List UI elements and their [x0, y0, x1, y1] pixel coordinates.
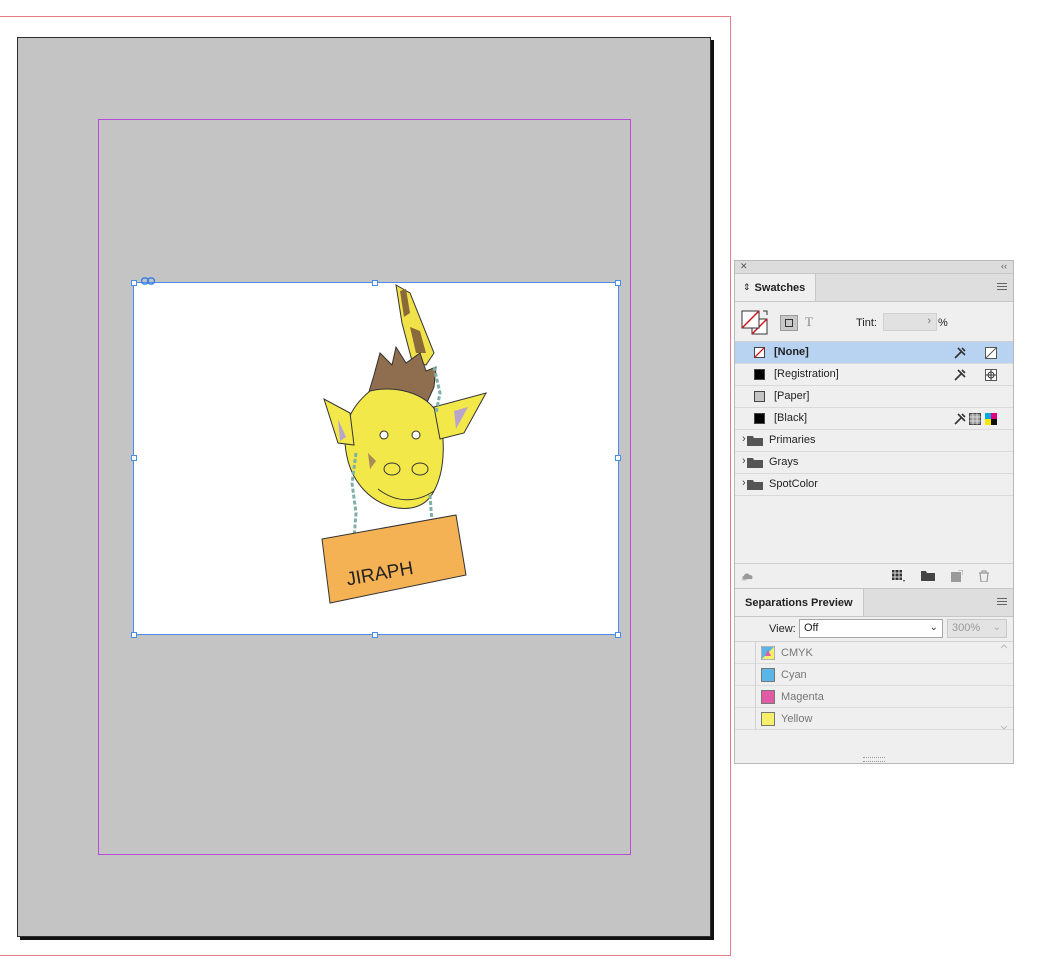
separations-preview-tab[interactable]: Separations Preview	[735, 589, 864, 616]
swatches-bottom-bar	[735, 563, 1013, 588]
registration-chip	[754, 369, 765, 380]
cc-libraries-icon[interactable]	[741, 570, 755, 582]
chevron-right-icon[interactable]: ›	[742, 477, 746, 489]
view-select[interactable]: Off ⌄	[799, 619, 943, 638]
separations-tab-row: Separations Preview	[735, 588, 1013, 617]
black-chip	[754, 413, 765, 424]
chevron-down-icon: ⌄	[992, 622, 1001, 633]
process-color-icon	[969, 413, 981, 425]
locked-edit-icon	[954, 347, 966, 359]
swatch-list: [None] [Registration] [Paper] [Black] › …	[735, 341, 1013, 562]
locked-edit-icon	[954, 413, 966, 425]
tint-input[interactable]: ›	[883, 313, 937, 331]
zoom-select[interactable]: 300% ⌄	[947, 619, 1007, 638]
cyan-chip	[761, 668, 775, 682]
apply-to-container-button[interactable]	[780, 315, 798, 331]
cmyk-plate-icon	[761, 646, 775, 660]
chevron-right-icon[interactable]: ›	[927, 315, 931, 327]
folder-icon	[747, 480, 763, 490]
resize-grip[interactable]	[863, 757, 885, 762]
swatch-paper[interactable]: [Paper]	[735, 386, 1013, 408]
swatch-group-primaries[interactable]: › Primaries	[735, 430, 1013, 452]
handle-top-center[interactable]	[372, 280, 378, 286]
folder-icon	[747, 436, 763, 446]
plate-magenta[interactable]: Magenta	[735, 686, 1013, 708]
swatch-group-spotcolor[interactable]: › SpotColor	[735, 474, 1013, 496]
new-swatch-icon[interactable]	[949, 570, 963, 582]
panel-menu-icon[interactable]	[997, 598, 1007, 606]
close-panel-icon[interactable]: ✕	[740, 261, 748, 272]
panel-menu-icon[interactable]	[997, 283, 1007, 291]
cmyk-mode-icon	[985, 413, 997, 425]
visibility-toggle[interactable]	[735, 664, 756, 686]
tint-label: Tint:	[856, 317, 877, 329]
none-color-type-icon	[985, 347, 997, 359]
tint-unit: %	[938, 317, 948, 329]
handle-bottom-left[interactable]	[131, 632, 137, 638]
giraffe-illustration: JIRAPH	[321, 284, 488, 604]
handle-top-right[interactable]	[615, 280, 621, 286]
view-row: View: Off ⌄ 300% ⌄	[735, 618, 1013, 642]
paper-chip	[754, 391, 765, 402]
handle-bottom-center[interactable]	[372, 632, 378, 638]
image-frame[interactable]: JIRAPH	[133, 282, 619, 635]
visibility-toggle[interactable]	[735, 642, 756, 664]
handle-middle-left[interactable]	[131, 455, 137, 461]
handle-top-left[interactable]	[131, 280, 137, 286]
trash-icon[interactable]	[977, 570, 991, 582]
separations-list: CMYK Cyan Magenta Yellow	[735, 641, 1013, 732]
folder-icon	[747, 458, 763, 468]
swatch-registration[interactable]: [Registration]	[735, 364, 1013, 386]
fill-stroke-row: T Tint: › %	[735, 302, 1013, 342]
separations-scrollbar[interactable]	[1001, 643, 1007, 731]
swatches-tab-row: ⇕ Swatches	[735, 274, 1013, 302]
swatch-none[interactable]: [None]	[735, 342, 1013, 364]
plate-yellow[interactable]: Yellow	[735, 708, 1013, 730]
apply-to-text-button[interactable]: T	[805, 314, 813, 330]
collapse-panel-icon[interactable]: ‹‹	[1001, 261, 1007, 271]
link-icon[interactable]	[141, 277, 155, 286]
panel-title-bar[interactable]: ✕ ‹‹	[735, 261, 1013, 274]
updown-icon: ⇕	[743, 282, 751, 292]
locked-edit-icon	[954, 369, 966, 381]
chevron-right-icon[interactable]: ›	[742, 433, 746, 445]
chevron-down-icon: ⌄	[929, 622, 938, 633]
swatch-black[interactable]: [Black]	[735, 408, 1013, 430]
registration-target-icon	[985, 369, 997, 381]
visibility-toggle[interactable]	[735, 708, 756, 730]
plate-cyan[interactable]: Cyan	[735, 664, 1013, 686]
handle-bottom-right[interactable]	[615, 632, 621, 638]
swatch-group-grays[interactable]: › Grays	[735, 452, 1013, 474]
chevron-right-icon[interactable]: ›	[742, 455, 746, 467]
swatch-views-icon[interactable]	[892, 570, 906, 582]
swatches-panel: ✕ ‹‹ ⇕ Swatches T Tint: › % [None] [Regi…	[734, 260, 1014, 764]
visibility-toggle[interactable]	[735, 686, 756, 708]
none-swatch-icon	[754, 347, 765, 358]
handle-middle-right[interactable]	[615, 455, 621, 461]
swatches-tab[interactable]: ⇕ Swatches	[735, 274, 817, 301]
plate-cmyk[interactable]: CMYK	[735, 642, 1013, 664]
yellow-chip	[761, 712, 775, 726]
magenta-chip	[761, 690, 775, 704]
fill-stroke-icon[interactable]	[741, 310, 771, 338]
new-color-group-icon[interactable]	[921, 570, 935, 582]
